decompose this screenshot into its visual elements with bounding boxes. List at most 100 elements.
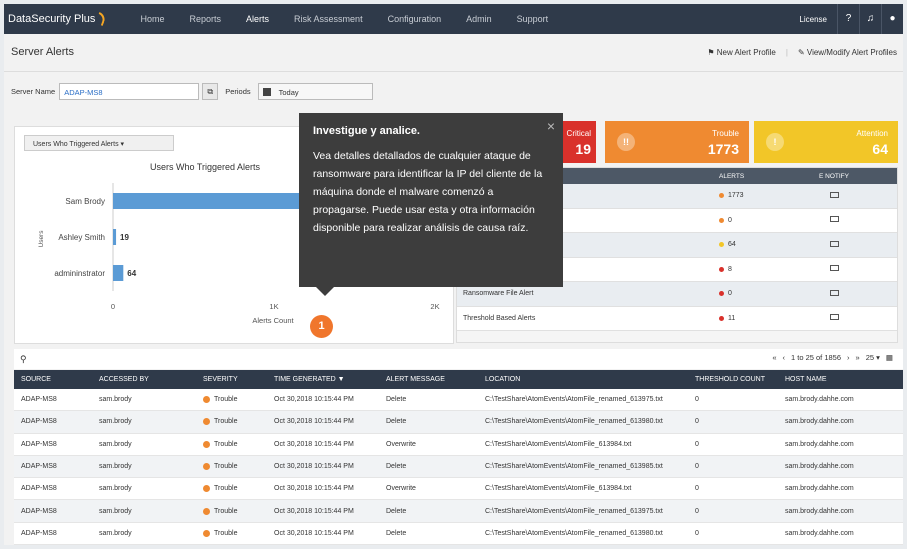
x-tick-label: 1K bbox=[269, 302, 278, 311]
close-icon[interactable]: × bbox=[547, 118, 555, 134]
severity-label: Trouble bbox=[214, 396, 238, 404]
profile-alert-count: 0 bbox=[728, 216, 732, 224]
table-row[interactable]: ADAP-MS8 sam.brody Trouble Oct 30,2018 10:1… bbox=[14, 478, 903, 501]
cell-severity: Trouble bbox=[196, 507, 267, 515]
x-axis-label: Alerts Count bbox=[252, 316, 294, 325]
col-host-name[interactable]: HOST NAME bbox=[778, 376, 898, 383]
table-row[interactable]: ADAP-MS8 sam.brody Trouble Oct 30,2018 10:1… bbox=[14, 522, 903, 545]
app-frame: DataSecurity Plus Home Reports Alerts Ri… bbox=[4, 4, 903, 545]
table-row[interactable]: ADAP-MS8 sam.brody Trouble Oct 30,2018 10:1… bbox=[14, 433, 903, 456]
profile-name: Ransomware File Alert bbox=[463, 290, 534, 298]
cell-accessed-by: sam.brody bbox=[99, 529, 132, 537]
last-page-icon[interactable]: » bbox=[856, 353, 860, 362]
modify-alert-profiles-button[interactable]: ✎ View/Modify Alert Profiles bbox=[798, 48, 897, 57]
critical-count: 19 bbox=[575, 141, 591, 157]
cell-alert-message: Delete bbox=[386, 396, 407, 404]
profile-alerts: 1773 bbox=[719, 192, 804, 199]
table-row[interactable]: ADAP-MS8 sam.brody Trouble Oct 30,2018 10:1… bbox=[14, 500, 903, 523]
col-time-generated[interactable]: TIME GENERATED ▼ bbox=[267, 376, 379, 383]
new-alert-profile-button[interactable]: ⚑ New Alert Profile bbox=[707, 48, 776, 57]
attention-card[interactable]: ! Attention 64 bbox=[754, 121, 898, 163]
brand-logo[interactable]: DataSecurity Plus bbox=[8, 11, 128, 27]
email-notify-icon[interactable] bbox=[804, 240, 864, 249]
nav-home[interactable]: Home bbox=[128, 4, 177, 34]
col-severity[interactable]: SEVERITY bbox=[196, 376, 267, 383]
nav-support[interactable]: Support bbox=[504, 4, 561, 34]
next-page-icon[interactable]: › bbox=[847, 353, 850, 362]
alerts-header: ALERTS bbox=[719, 172, 745, 180]
col-source[interactable]: SOURCE bbox=[14, 376, 92, 383]
severity-label: Trouble bbox=[214, 507, 238, 515]
columns-icon[interactable]: ▦ bbox=[886, 353, 893, 362]
profile-row[interactable]: Threshold Based Alerts 11 bbox=[457, 306, 897, 331]
cell-alert-message: Delete bbox=[386, 529, 407, 537]
category-label: Ashley Smith bbox=[58, 233, 105, 242]
cell-location: C:\TestShare\AtomEvents\AtomFile_renamed… bbox=[485, 396, 663, 404]
category-label: admininstrator bbox=[54, 269, 105, 278]
email-notify-icon[interactable] bbox=[804, 289, 864, 298]
data-label: 64 bbox=[127, 269, 136, 278]
user-icon[interactable]: ● bbox=[881, 4, 903, 34]
cell-time-generated: Oct 30,2018 10:15:44 PM bbox=[274, 507, 354, 515]
trouble-card[interactable]: !! Trouble 1773 bbox=[605, 121, 749, 163]
email-notify-icon[interactable] bbox=[804, 265, 864, 273]
trouble-count: 1773 bbox=[707, 141, 739, 157]
filter-icon[interactable]: ⚲ bbox=[20, 354, 27, 365]
col-alert-message[interactable]: ALERT MESSAGE bbox=[379, 376, 478, 383]
nav-risk-assessment[interactable]: Risk Assessment bbox=[282, 4, 376, 34]
trouble-dot-icon bbox=[203, 463, 210, 471]
license-link[interactable]: License bbox=[789, 15, 837, 24]
nav-reports[interactable]: Reports bbox=[177, 4, 234, 34]
nav-configuration[interactable]: Configuration bbox=[375, 4, 454, 34]
brand-name: DataSecurity Plus bbox=[8, 13, 96, 25]
col-accessed-by[interactable]: ACCESSED BY bbox=[92, 376, 196, 383]
e-notify-header: E NOTIFY bbox=[819, 172, 849, 180]
period-select[interactable]: Today bbox=[257, 82, 373, 100]
severity-dot bbox=[719, 193, 724, 199]
help-icon[interactable]: ? bbox=[837, 4, 859, 34]
critical-card[interactable]: Critical 19 bbox=[560, 121, 596, 163]
x-tick-label: 0 bbox=[111, 302, 115, 311]
nav-admin[interactable]: Admin bbox=[454, 4, 505, 34]
profile-alerts: 0 bbox=[719, 290, 804, 297]
bell-icon[interactable]: ♫ bbox=[859, 4, 881, 34]
table-row[interactable]: ADAP-MS8 sam.brody Trouble Oct 30,2018 10:1… bbox=[14, 411, 903, 434]
cell-time-generated: Oct 30,2018 10:15:44 PM bbox=[274, 485, 354, 493]
page-range: 1 to 25 of 1856 bbox=[790, 353, 842, 362]
cell-source: ADAP-MS8 bbox=[21, 396, 57, 404]
cell-accessed-by: sam.brody bbox=[99, 485, 132, 493]
first-page-icon[interactable]: « bbox=[772, 353, 776, 362]
table-row[interactable]: ADAP-MS8 sam.brody Trouble Oct 30,2018 10:1… bbox=[14, 389, 903, 412]
server-picker-icon[interactable]: ⧉ bbox=[202, 82, 219, 100]
table-row[interactable]: ADAP-MS8 sam.brody Trouble Oct 30,2018 10:1… bbox=[14, 455, 903, 479]
email-notify-icon[interactable] bbox=[804, 216, 864, 224]
y-axis-label: Users bbox=[38, 230, 45, 248]
col-location[interactable]: LOCATION bbox=[478, 376, 688, 383]
trouble-icon: !! bbox=[617, 133, 635, 151]
top-nav: DataSecurity Plus Home Reports Alerts Ri… bbox=[4, 4, 903, 34]
filter-bar: Server Name ADAP-MS8 ⧉ Periods Today bbox=[4, 79, 903, 103]
tooltip-arrow bbox=[316, 287, 334, 296]
tooltip-title: Investigue y analice. bbox=[313, 125, 420, 137]
bar bbox=[113, 265, 124, 281]
col-threshold-count[interactable]: THRESHOLD COUNT bbox=[688, 376, 778, 383]
server-name-input[interactable]: ADAP-MS8 bbox=[59, 82, 200, 100]
attention-icon: ! bbox=[766, 133, 784, 151]
profile-alert-count: 1773 bbox=[728, 192, 744, 200]
cell-threshold-count: 0 bbox=[695, 507, 699, 515]
trouble-dot-icon bbox=[203, 529, 210, 537]
email-notify-icon[interactable] bbox=[804, 191, 864, 200]
cell-host-name: sam.brody.dahhe.com bbox=[785, 396, 854, 404]
cell-accessed-by: sam.brody bbox=[99, 463, 132, 471]
email-notify-icon[interactable] bbox=[804, 314, 864, 322]
trouble-dot-icon bbox=[203, 507, 210, 515]
profile-alert-count: 0 bbox=[728, 290, 732, 298]
cell-host-name: sam.brody.dahhe.com bbox=[785, 440, 854, 448]
prev-page-icon[interactable]: ‹ bbox=[782, 353, 785, 362]
nav-alerts[interactable]: Alerts bbox=[234, 4, 282, 34]
profile-alerts: 0 bbox=[719, 217, 804, 224]
step-badge[interactable]: 1 bbox=[310, 315, 333, 338]
page-size-select[interactable]: 25 ▾ bbox=[866, 353, 880, 362]
cell-accessed-by: sam.brody bbox=[99, 418, 132, 426]
cell-time-generated: Oct 30,2018 10:15:44 PM bbox=[274, 529, 354, 537]
